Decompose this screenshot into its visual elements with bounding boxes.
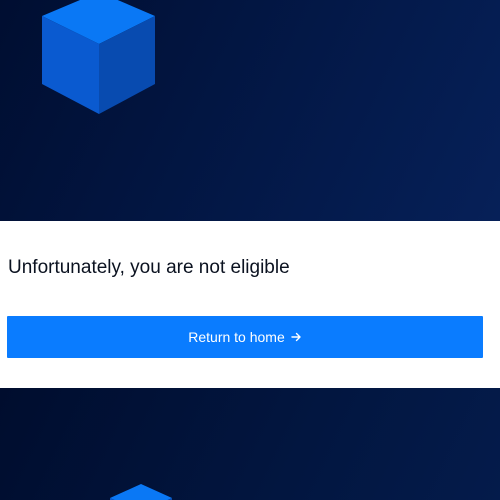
return-home-label: Return to home — [188, 329, 285, 345]
cube-icon — [110, 484, 172, 500]
cube-icon — [42, 0, 155, 114]
return-home-button[interactable]: Return to home — [7, 316, 483, 358]
background-bottom — [0, 388, 500, 500]
eligibility-message: Unfortunately, you are not eligible — [8, 257, 290, 278]
eligibility-panel — [0, 221, 500, 388]
arrow-right-icon — [291, 331, 302, 344]
